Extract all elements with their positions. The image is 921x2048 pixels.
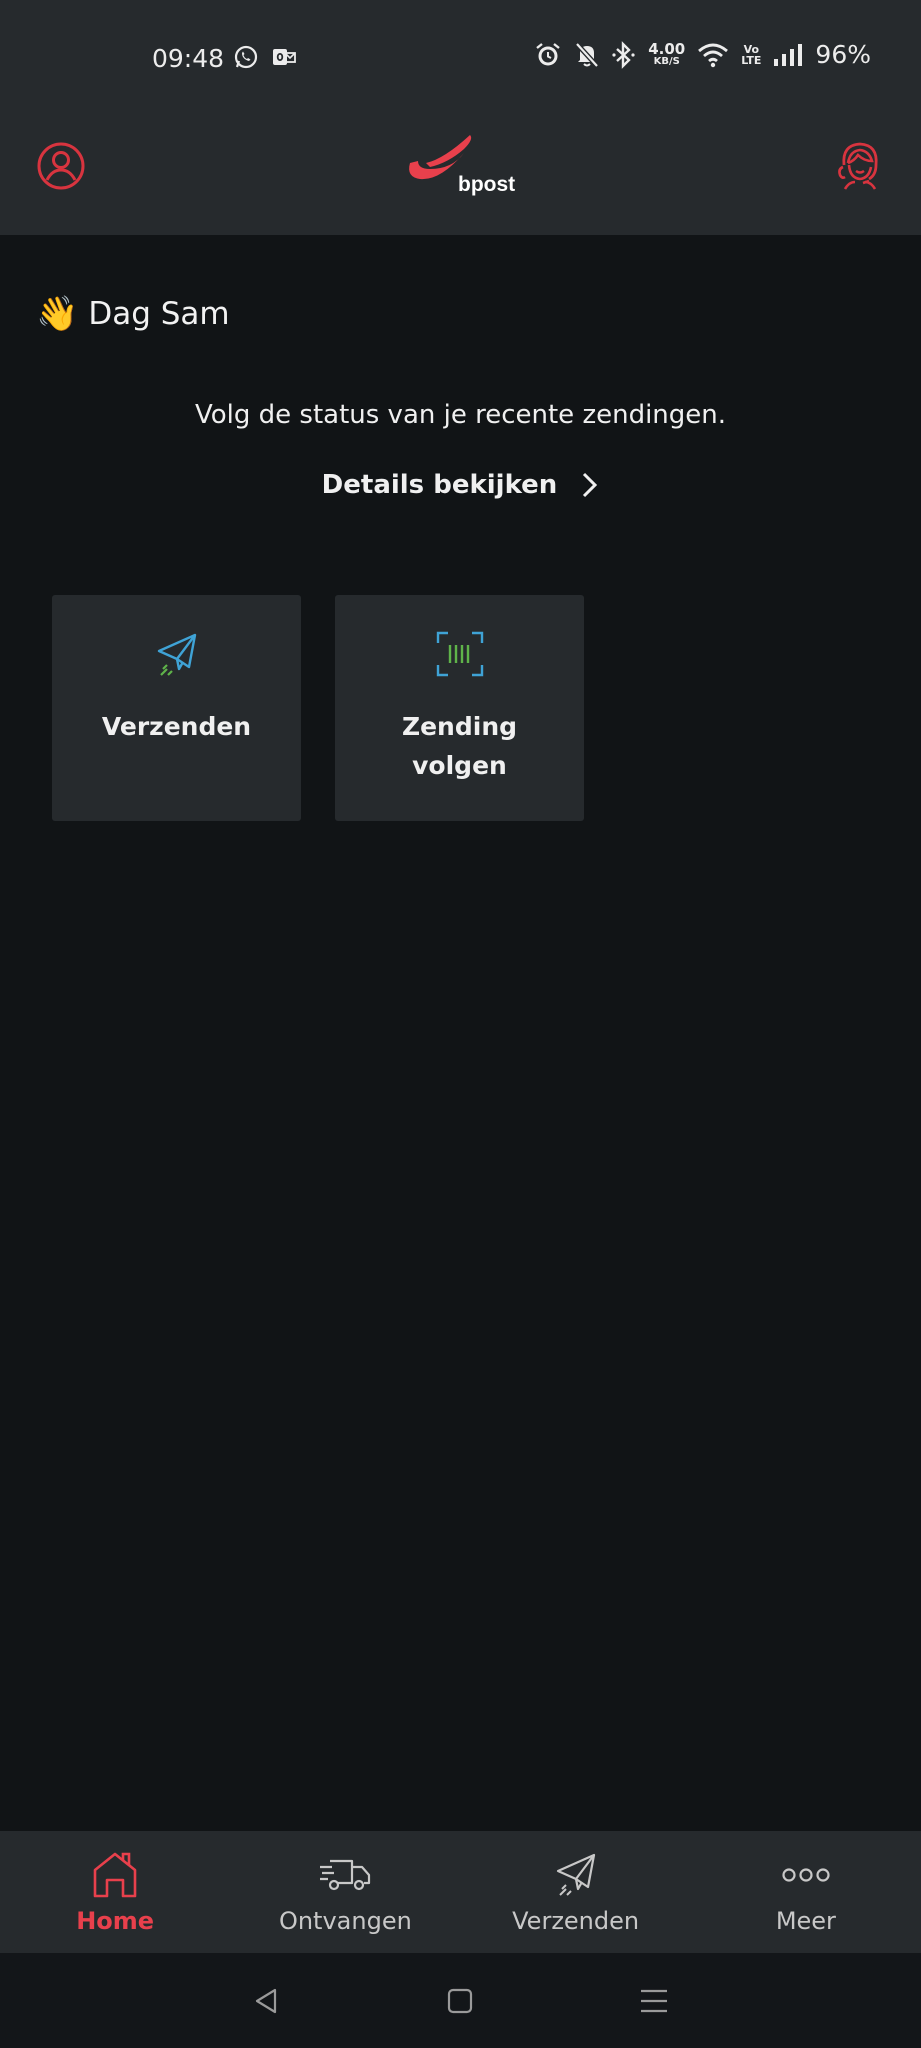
back-triangle-icon — [255, 1988, 276, 2013]
signal-icon — [773, 43, 803, 67]
menu-lines-icon — [640, 1989, 667, 2012]
notification-icons — [233, 44, 297, 74]
wifi-icon — [697, 42, 729, 68]
app-screen: 09:48 4.00 KB/S Vo LTE 96% bpost 👋 Dag S… — [0, 0, 921, 2048]
bell-muted-icon — [574, 41, 600, 69]
greeting-text: Dag Sam — [88, 296, 230, 332]
system-home-button[interactable] — [446, 1987, 474, 2015]
waving-hand-icon: 👋 — [36, 294, 79, 334]
bottom-navigation: Home Ontvangen Verzenden Meer — [0, 1831, 921, 1953]
support-button[interactable] — [831, 137, 889, 195]
tile-verzenden[interactable]: Verzenden — [52, 595, 301, 821]
more-dots-icon — [782, 1868, 830, 1882]
system-back-button[interactable] — [253, 1987, 281, 2015]
nav-meer[interactable]: Meer — [691, 1831, 921, 1953]
bpost-logo: bpost — [404, 133, 524, 213]
user-circle-icon — [37, 142, 85, 190]
status-time: 09:48 — [152, 44, 225, 73]
status-right-icons: 4.00 KB/S Vo LTE 96% — [534, 40, 871, 69]
nav-home-label: Home — [76, 1907, 155, 1935]
network-speed: 4.00 KB/S — [648, 42, 685, 67]
shipments-subtitle: Volg de status van je recente zendingen. — [194, 400, 727, 430]
chevron-right-icon — [583, 472, 598, 498]
network-speed-unit: KB/S — [653, 56, 680, 67]
paper-plane-icon — [556, 1853, 595, 1896]
bluetooth-icon — [612, 40, 636, 69]
nav-verzenden-label: Verzenden — [512, 1907, 640, 1935]
delivery-truck-icon — [320, 1859, 371, 1891]
volte-indicator: Vo LTE — [741, 44, 761, 66]
home-square-icon — [447, 1988, 472, 2013]
nav-verzenden[interactable]: Verzenden — [461, 1831, 691, 1953]
nav-meer-label: Meer — [775, 1907, 836, 1935]
details-link-label: Details bekijken — [321, 470, 558, 500]
support-agent-icon — [838, 142, 878, 190]
tile-zending-volgen[interactable]: Zending volgen — [335, 595, 584, 821]
nav-ontvangen[interactable]: Ontvangen — [230, 1831, 460, 1953]
nav-home[interactable]: Home — [0, 1831, 230, 1953]
tile-zending-volgen-label: Zending volgen — [335, 707, 584, 785]
network-speed-value: 4.00 — [648, 40, 686, 58]
outlook-icon — [271, 45, 297, 73]
tile-zending-volgen-label-line2: volgen — [412, 751, 507, 780]
paper-plane-icon — [157, 633, 196, 676]
system-recents-button[interactable] — [639, 1987, 669, 2015]
volte-top: Vo — [743, 42, 760, 56]
status-bar: 09:48 4.00 KB/S Vo LTE 96% — [0, 0, 921, 115]
volte-bottom: LTE — [741, 53, 762, 67]
tile-zending-volgen-label-line1: Zending — [401, 712, 518, 741]
details-link[interactable]: Details bekijken — [0, 470, 921, 500]
battery-level: 96% — [815, 40, 871, 69]
nav-ontvangen-label: Ontvangen — [278, 1907, 412, 1935]
barcode-scan-icon — [436, 631, 483, 677]
app-header: bpost — [0, 115, 921, 235]
whatsapp-icon — [233, 44, 259, 74]
logo-text: bpost — [458, 173, 516, 196]
home-icon — [93, 1852, 137, 1898]
tile-verzenden-label: Verzenden — [101, 712, 252, 741]
profile-button[interactable] — [36, 141, 86, 191]
greeting: 👋 Dag Sam — [36, 296, 230, 332]
alarm-icon — [534, 41, 562, 69]
system-navigation-bar — [0, 1953, 921, 2048]
